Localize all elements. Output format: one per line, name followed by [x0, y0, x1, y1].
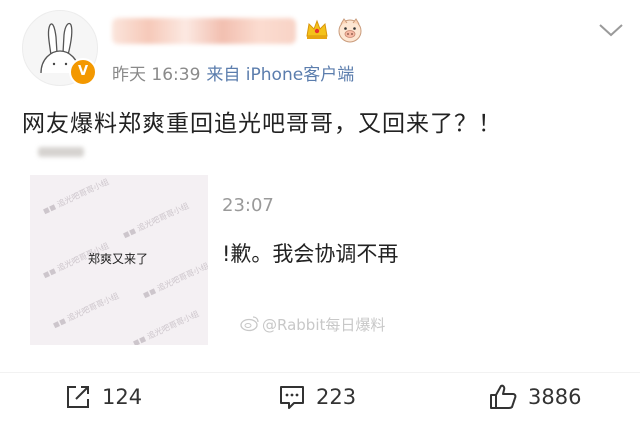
like-button[interactable]: 3886	[488, 382, 581, 412]
share-icon	[67, 386, 89, 408]
like-count: 3886	[528, 385, 582, 409]
weibo-watermark: @Rabbit每日爆料	[262, 316, 386, 334]
verified-badge: V	[69, 58, 97, 86]
pig-emoji-icon	[338, 18, 362, 43]
post-meta: 昨天 16:39 来自 iPhone客户端	[112, 60, 354, 85]
post-text: 网友爆料郑爽重回追光吧哥哥，又回来了？！	[22, 111, 502, 137]
comment-icon	[280, 386, 304, 409]
image-watermark: ◼◼ 追光吧哥哥小组	[51, 291, 121, 330]
image-watermark: ◼◼ 追光吧哥哥小组	[121, 201, 191, 240]
username-blurred[interactable]	[112, 18, 296, 44]
comment-button[interactable]: 223	[278, 382, 356, 412]
chat-message: !歉。我会协调不再	[222, 242, 399, 266]
image-watermark: ◼◼ 追光吧哥哥小组	[141, 261, 208, 300]
image-watermark: ◼◼ 追光吧哥哥小组	[131, 309, 201, 345]
chevron-down-icon[interactable]	[598, 22, 624, 38]
post-time: 昨天 16:39	[112, 65, 201, 85]
blurred-small-name	[38, 147, 84, 157]
image-watermark: ◼◼ 追光吧哥哥小组	[41, 177, 111, 216]
comment-count: 223	[316, 385, 357, 409]
thumbs-up-icon	[490, 384, 517, 409]
image-caption: 郑爽又来了	[88, 252, 149, 266]
repost-button[interactable]: 124	[64, 382, 142, 412]
chat-time: 23:07	[222, 195, 274, 216]
footer-divider	[0, 372, 640, 373]
repost-count: 124	[102, 385, 143, 409]
crown-icon	[306, 19, 328, 39]
weibo-logo-icon	[240, 316, 259, 332]
post-source[interactable]: 来自 iPhone客户端	[206, 65, 354, 85]
